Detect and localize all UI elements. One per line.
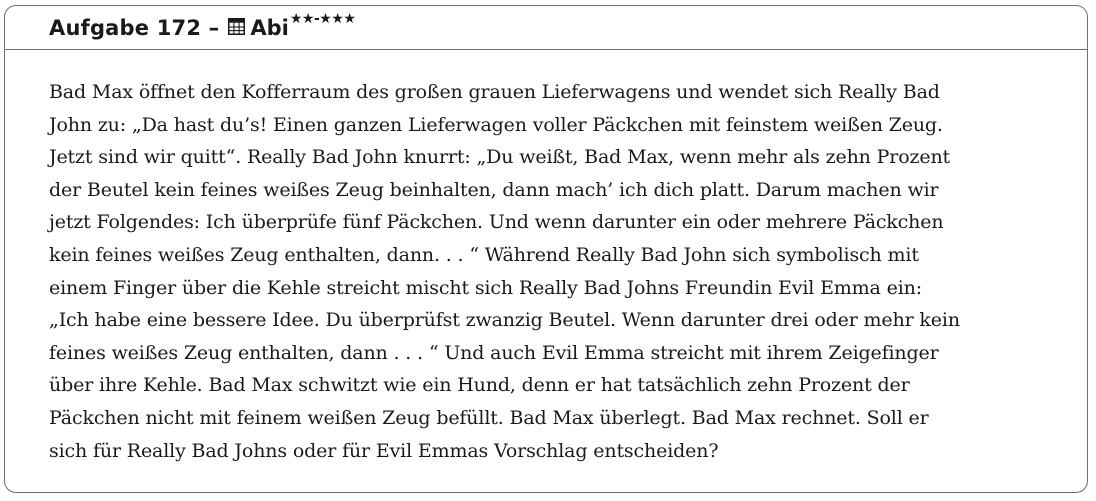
abi-label: Abi <box>250 15 289 40</box>
task-text-line: über ihre Kehle. Bad Max schwitzt wie ei… <box>49 374 910 397</box>
calculator-icon <box>228 18 246 35</box>
task-box: Aufgabe 172 – Abi ★★-★★★ Bad Max öffnet … <box>4 5 1088 493</box>
task-text-line: Bad Max öffnet den Kofferraum des großen… <box>49 81 940 103</box>
task-text-line: jetzt Folgendes: Ich überprüfe fünf Päck… <box>49 211 944 234</box>
task-text-line: Jetzt sind wir quitt“. Really Bad John k… <box>49 146 951 169</box>
task-title: Aufgabe 172 – <box>49 15 220 40</box>
task-text-line: Päckchen nicht mit feinem weißen Zeug be… <box>49 406 929 429</box>
task-text: Bad Max öffnet den Kofferraum des großen… <box>49 76 1059 467</box>
task-text-line: einem Finger über die Kehle streicht mis… <box>49 276 922 299</box>
task-text-line: kein feines weißes Zeug enthalten, dann.… <box>49 243 919 266</box>
difficulty-stars: ★★-★★★ <box>289 10 356 27</box>
task-text-line: sich für Really Bad Johns oder für Evil … <box>49 439 719 462</box>
task-text-line: der Beutel kein feines weißes Zeug beinh… <box>49 178 939 201</box>
task-text-line: feines weißes Zeug enthalten, dann . . .… <box>49 341 939 364</box>
task-header: Aufgabe 172 – Abi ★★-★★★ <box>5 6 1087 50</box>
task-text-line: „Ich habe eine bessere Idee. Du überprüf… <box>49 309 960 332</box>
task-text-line: John zu: „Da hast du’s! Einen ganzen Lie… <box>49 113 943 136</box>
